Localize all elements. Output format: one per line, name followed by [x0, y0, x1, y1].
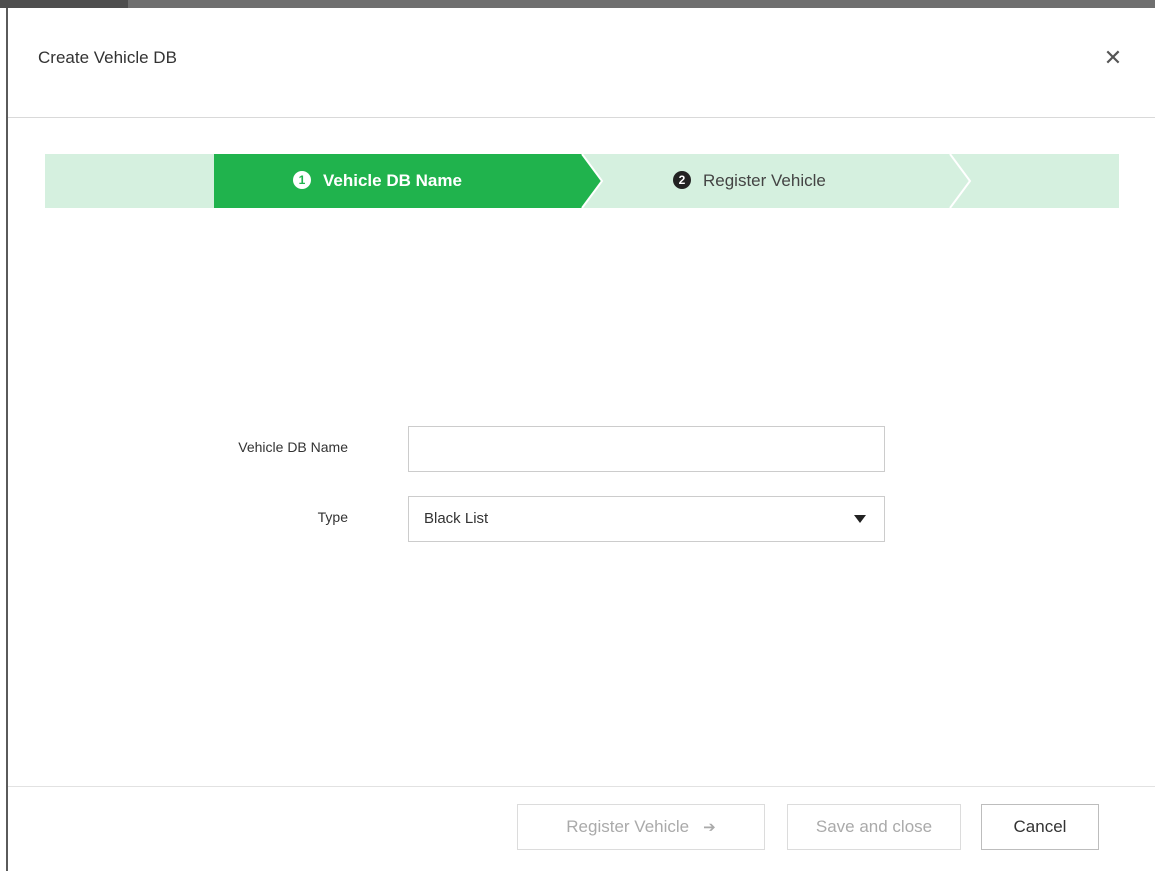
step-2-number: 2 — [673, 171, 691, 189]
cancel-button[interactable]: Cancel — [981, 804, 1099, 850]
step-2-chevron — [949, 154, 972, 208]
background-window-strip — [0, 0, 1155, 8]
save-and-close-button[interactable]: Save and close — [787, 804, 961, 850]
background-window-strip-dark — [0, 0, 128, 8]
vehicle-db-name-label: Vehicle DB Name — [238, 439, 348, 455]
register-vehicle-button-label: Register Vehicle — [566, 817, 690, 836]
type-label: Type — [317, 509, 348, 525]
stepper-shapes — [214, 154, 972, 208]
close-icon[interactable]: ✕ — [1101, 46, 1125, 70]
register-vehicle-button[interactable]: Register Vehicle ➔ — [517, 804, 765, 850]
step-1-number: 1 — [293, 171, 311, 189]
step-2-label: Register Vehicle — [703, 171, 826, 190]
dialog-header: Create Vehicle DB ✕ — [8, 8, 1155, 118]
dialog-footer: Register Vehicle ➔ Save and close Cancel — [8, 786, 1155, 871]
step-vehicle-db-name[interactable]: 1 Vehicle DB Name — [293, 154, 462, 208]
step-register-vehicle[interactable]: 2 Register Vehicle — [673, 154, 826, 208]
type-select[interactable]: Black List — [408, 496, 885, 542]
arrow-right-icon: ➔ — [703, 819, 716, 836]
wizard-stepper: 1 Vehicle DB Name 2 Register Vehicle — [45, 154, 1119, 208]
caret-down-icon — [854, 515, 866, 523]
vehicle-db-name-input[interactable] — [408, 426, 885, 472]
form-row-type: Type Black List — [8, 496, 1155, 542]
type-select-value: Black List — [424, 510, 489, 527]
create-vehicle-db-dialog: Create Vehicle DB ✕ 1 Vehicle DB Name 2 Re… — [6, 8, 1155, 871]
dialog-title: Create Vehicle DB — [38, 48, 177, 67]
step-1-label: Vehicle DB Name — [323, 171, 462, 190]
form-row-name: Vehicle DB Name — [8, 426, 1155, 472]
